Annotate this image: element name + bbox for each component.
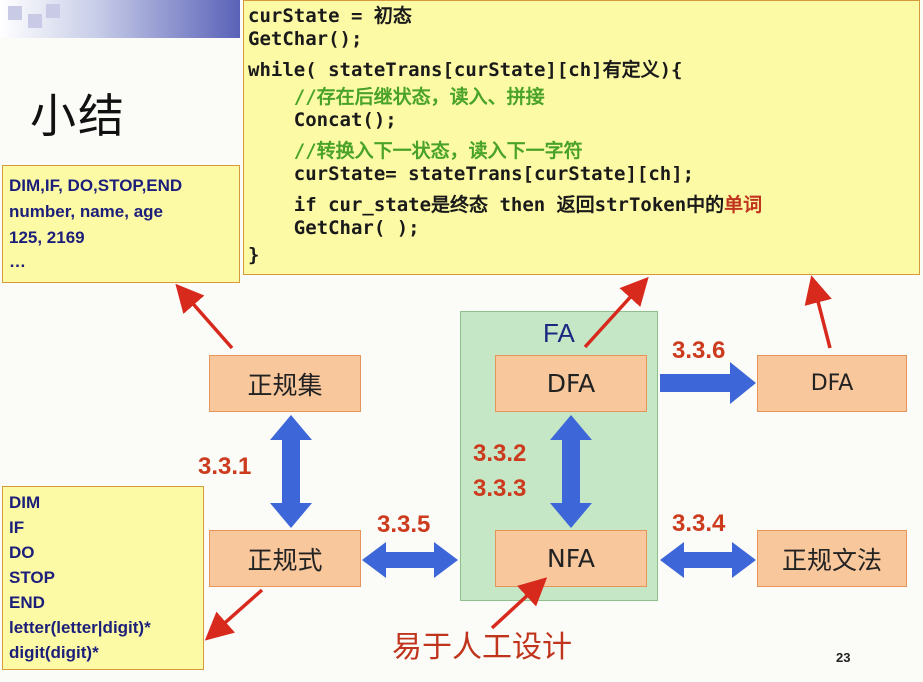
label-3-3-3: 3.3.3: [473, 475, 527, 502]
blue-arrow-dfa-dfa: [660, 362, 756, 404]
label-3-3-2: 3.3.2: [473, 440, 527, 467]
blue-arrow-expr-nfa: [362, 542, 458, 578]
label-3-3-5: 3.3.5: [377, 511, 431, 538]
label-3-3-6: 3.3.6: [672, 337, 726, 364]
arrows-layer: [175, 275, 832, 641]
blue-arrow-nfa-grammar: [660, 542, 756, 578]
label-3-3-4: 3.3.4: [672, 510, 726, 537]
red-arrow-dfa-to-code: [583, 276, 649, 349]
page-number: 23: [836, 650, 851, 665]
design-note: 易于人工设计: [392, 630, 572, 665]
blue-arrow-vertical-fa: [550, 415, 592, 528]
blue-arrow-vertical-left: [270, 415, 312, 528]
slide: 小结 curState = 初态 GetChar(); while( stateTr…: [0, 0, 923, 682]
label-3-3-1: 3.3.1: [198, 453, 252, 480]
red-arrow-set-to-examples: [175, 283, 234, 350]
red-arrow-dfa-right-to-code: [804, 275, 832, 349]
red-arrow-expr-to-examples: [204, 588, 264, 641]
